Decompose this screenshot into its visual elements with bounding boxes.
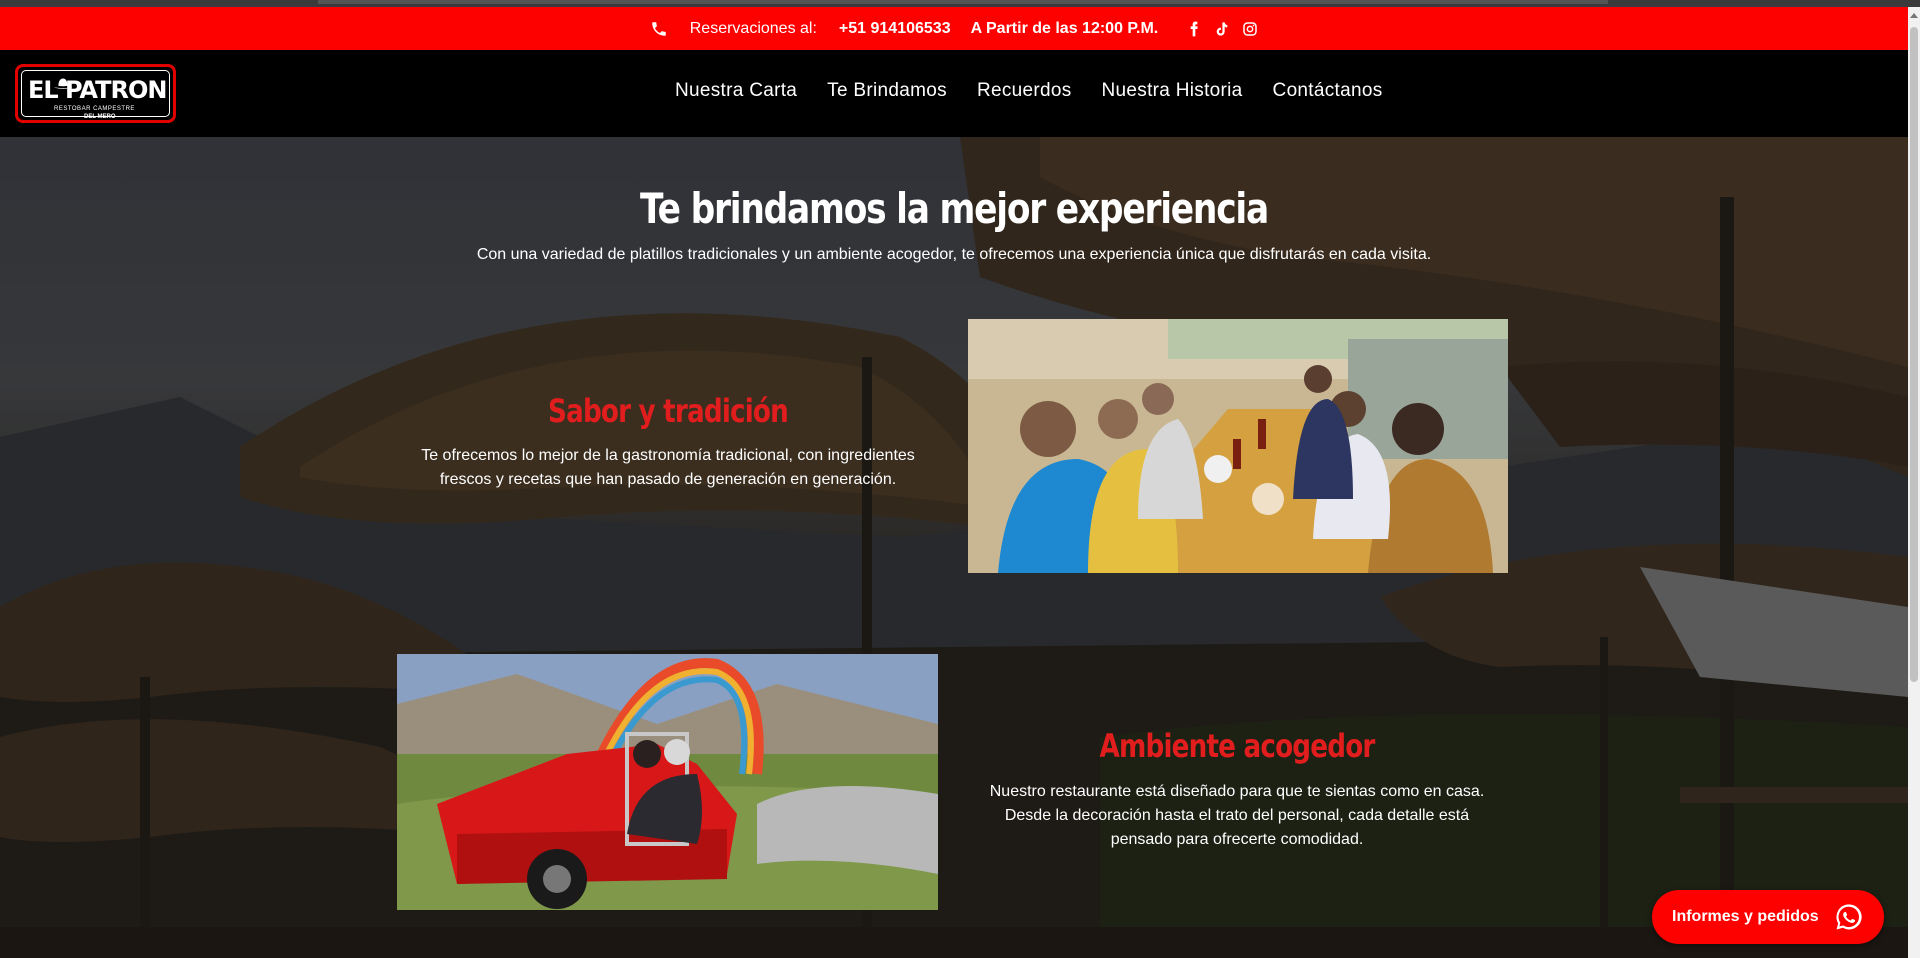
- logo-tagline: RESTOBAR CAMPESTRE: [54, 106, 135, 112]
- nav-item-contactanos[interactable]: Contáctanos: [1273, 80, 1383, 102]
- scrollbar-thumb[interactable]: [1910, 27, 1918, 682]
- feature-text-line: pensado para ofrecerte comodidad.: [1110, 831, 1364, 848]
- experience-section: Te brindamos la mejor experiencia Con un…: [0, 137, 1908, 958]
- section-title: Te brindamos la mejor experiencia: [639, 184, 1269, 233]
- feature-text-ambiente: Nuestro restaurante está diseñado para q…: [937, 780, 1537, 852]
- site-logo[interactable]: EL PATRON RESTOBAR CAMPESTRE DEL MERO: [15, 64, 176, 123]
- feature-title-sabor: Sabor y tradición: [547, 392, 789, 430]
- tiktok-icon[interactable]: [1214, 21, 1230, 37]
- page: Reservaciones al: +51 914106533 A Partir…: [0, 0, 1920, 958]
- feature-text-sabor: Te ofrecemos lo mejor de la gastronomía …: [368, 444, 968, 492]
- feature-text-line: Desde la decoración hasta el trato del p…: [1004, 807, 1470, 824]
- reservations-phone[interactable]: +51 914106533: [839, 20, 951, 38]
- nav-item-nuestra-historia[interactable]: Nuestra Historia: [1102, 80, 1243, 102]
- whatsapp-button-label: Informes y pedidos: [1672, 908, 1819, 925]
- feature-text-line: Nuestro restaurante está diseñado para q…: [989, 783, 1485, 800]
- main-nav: Nuestra Carta Te Brindamos Recuerdos Nue…: [675, 80, 1383, 102]
- family-dining-photo: [968, 319, 1508, 573]
- top-info-bar: Reservaciones al: +51 914106533 A Partir…: [0, 7, 1908, 50]
- reservations-label: Reservaciones al:: [689, 19, 817, 37]
- browser-top-strip: [0, 0, 1920, 7]
- nav-item-recuerdos[interactable]: Recuerdos: [977, 80, 1072, 102]
- opening-hours: A Partir de las 12:00 P.M.: [970, 19, 1159, 37]
- scroll-up-arrow-icon[interactable]: [1910, 13, 1918, 18]
- nav-item-te-brindamos[interactable]: Te Brindamos: [827, 80, 947, 102]
- whatsapp-icon: [1836, 904, 1862, 930]
- red-car-photo: [397, 654, 938, 910]
- whatsapp-button[interactable]: Informes y pedidos: [1652, 890, 1884, 944]
- facebook-icon[interactable]: [1186, 21, 1202, 37]
- social-links: [1186, 21, 1258, 37]
- nav-item-nuestra-carta[interactable]: Nuestra Carta: [675, 80, 797, 102]
- feature-text-line: frescos y recetas que han pasado de gene…: [439, 471, 897, 488]
- main-navbar: EL PATRON RESTOBAR CAMPESTRE DEL MERO Nu…: [0, 50, 1908, 137]
- feature-text-line: Te ofrecemos lo mejor de la gastronomía …: [421, 447, 915, 464]
- logo-location: DEL MERO: [84, 114, 116, 120]
- page-scrollbar[interactable]: [1908, 7, 1920, 958]
- instagram-icon[interactable]: [1242, 21, 1258, 37]
- feature-title-ambiente: Ambiente acogedor: [1099, 727, 1375, 765]
- section-subtitle: Con una variedad de platillos tradiciona…: [476, 246, 1432, 263]
- phone-icon: [650, 20, 668, 38]
- logo-brand: EL PATRON: [28, 76, 167, 104]
